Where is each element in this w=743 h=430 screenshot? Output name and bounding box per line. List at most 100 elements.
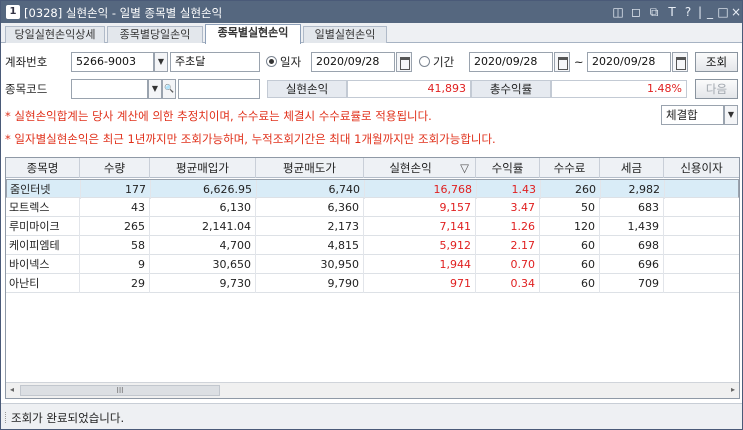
font-size-icon[interactable]: T <box>665 4 679 20</box>
app-window: 1 [0328] 실현손익 - 일별 종목별 실현손익 ◫ ◻ ⧉ T ? | … <box>0 0 743 430</box>
daily-radio[interactable] <box>266 56 277 67</box>
cell-fee: 60 <box>540 274 600 293</box>
link-icon[interactable]: ⧉ <box>647 4 661 20</box>
cell-pnl: 7,141 <box>364 217 476 236</box>
account-input[interactable]: 5266-9003 <box>71 52 154 72</box>
cell-name: 줌인터넷 <box>7 180 81 199</box>
cell-pnl: 1,944 <box>364 255 476 274</box>
cell-buy: 4,700 <box>150 236 256 255</box>
cell-pnl: 9,157 <box>364 198 476 217</box>
search-icon[interactable]: 🔍 <box>162 79 176 99</box>
maximize-icon[interactable]: □ <box>716 4 730 20</box>
header-qty[interactable]: 수량 <box>80 158 150 178</box>
header-rate[interactable]: 수익률 <box>476 158 540 178</box>
table-row[interactable]: 아난티 29 9,730 9,790 971 0.34 60 709 <box>6 274 739 293</box>
query-button[interactable]: 조회 <box>695 52 738 72</box>
header-tax[interactable]: 세금 <box>600 158 664 178</box>
tab-bar: 당일실현손익상세 종목별당일손익 종목별실현손익 일별실현손익 <box>1 23 742 44</box>
cell-credit <box>664 217 739 236</box>
window-number-badge: 1 <box>6 5 20 19</box>
layout-icon[interactable]: ◫ <box>611 4 625 20</box>
cell-qty: 9 <box>80 255 150 274</box>
scroll-right-icon[interactable]: ▸ <box>731 385 735 394</box>
header-pnl[interactable]: 실현손익 ▽ <box>364 158 476 178</box>
cell-buy: 6,626.95 <box>151 180 257 199</box>
scroll-left-icon[interactable]: ◂ <box>10 385 14 394</box>
cell-fee: 120 <box>540 217 600 236</box>
period-radio-label: 기간 <box>433 55 455 69</box>
cell-qty: 29 <box>80 274 150 293</box>
date-from-input[interactable]: 2020/09/28 <box>469 52 553 72</box>
cell-sell: 2,173 <box>256 217 364 236</box>
cell-credit <box>665 180 739 199</box>
account-dropdown-icon[interactable]: ▼ <box>154 52 168 72</box>
cell-name: 바이넥스 <box>6 255 80 274</box>
header-name[interactable]: 종목명 <box>6 158 80 178</box>
calendar-to-icon[interactable] <box>672 52 688 72</box>
cell-tax: 1,439 <box>600 217 664 236</box>
cell-credit <box>664 274 739 293</box>
cell-tax: 698 <box>600 236 664 255</box>
table-row[interactable]: 케이피엠테 58 4,700 4,815 5,912 2.17 60 698 <box>6 236 739 255</box>
cell-pnl: 5,912 <box>364 236 476 255</box>
header-buy[interactable]: 평균매입가 <box>150 158 256 178</box>
cell-qty: 43 <box>80 198 150 217</box>
cell-credit <box>664 198 739 217</box>
header-fee[interactable]: 수수료 <box>540 158 600 178</box>
cell-name: 케이피엠테 <box>6 236 80 255</box>
period-radio[interactable] <box>419 56 430 67</box>
cell-sell: 9,790 <box>256 274 364 293</box>
close-icon[interactable]: × <box>729 4 743 20</box>
scroll-thumb[interactable]: III <box>20 385 220 396</box>
filter-dropdown-icon[interactable]: ▼ <box>724 105 738 125</box>
table-row[interactable]: 줌인터넷 177 6,626.95 6,740 16,768 1.43 260 … <box>6 179 739 199</box>
table-row[interactable]: 루미마이크 265 2,141.04 2,173 7,141 1.26 120 … <box>6 217 739 236</box>
account-name-field: 주초달 <box>170 52 260 72</box>
window-title: [0328] 실현손익 - 일별 종목별 실현손익 <box>24 6 223 20</box>
tab-stock-daily[interactable]: 종목별당일손익 <box>107 26 203 43</box>
grip-icon <box>5 412 7 423</box>
cell-rate: 2.17 <box>476 236 540 255</box>
header-sell[interactable]: 평균매도가 <box>256 158 364 178</box>
cell-buy: 9,730 <box>150 274 256 293</box>
cell-rate: 0.70 <box>476 255 540 274</box>
cell-qty: 177 <box>81 180 151 199</box>
next-button[interactable]: 다음 <box>695 79 738 99</box>
tab-daily-realized[interactable]: 일별실현손익 <box>303 26 387 43</box>
code-name-field <box>178 79 260 99</box>
cell-name: 루미마이크 <box>6 217 80 236</box>
code-label: 종목코드 <box>5 82 48 96</box>
cell-pnl: 16,768 <box>365 180 477 199</box>
date-to-input[interactable]: 2020/09/28 <box>587 52 671 72</box>
cell-sell: 6,360 <box>256 198 364 217</box>
code-input[interactable] <box>71 79 148 99</box>
code-dropdown-icon[interactable]: ▼ <box>148 79 162 99</box>
realized-label: 실현손익 <box>267 80 347 98</box>
minimize-icon[interactable]: _ <box>703 4 717 20</box>
note-period-limit: * 일자별실현손익은 최근 1년까지만 조회가능하며, 누적조회기간은 최대 1… <box>5 132 496 146</box>
header-pnl-label: 실현손익 <box>389 161 432 175</box>
return-value: 1.48% <box>551 80 687 98</box>
cell-credit <box>664 255 739 274</box>
realized-pnl-table: 종목명 수량 평균매입가 평균매도가 실현손익 ▽ 수익률 수수료 세금 신용이… <box>5 157 740 399</box>
tab-stock-realized[interactable]: 종목별실현손익 <box>205 24 301 44</box>
cell-sell: 30,950 <box>256 255 364 274</box>
note-estimate: * 실현손익합계는 당사 계산에 의한 추정치이며, 수수료는 체결시 수수료률… <box>5 109 432 123</box>
table-row[interactable]: 모트렉스 43 6,130 6,360 9,157 3.47 50 683 <box>6 198 739 217</box>
calendar-icon[interactable] <box>396 52 412 72</box>
tab-daily-detail[interactable]: 당일실현손익상세 <box>5 26 105 43</box>
cell-fee: 260 <box>541 180 601 199</box>
filter-select[interactable]: 체결합 <box>661 105 724 125</box>
cell-rate: 0.34 <box>476 274 540 293</box>
header-credit[interactable]: 신용이자 <box>664 158 739 178</box>
window-icon[interactable]: ◻ <box>629 4 643 20</box>
cell-credit <box>664 236 739 255</box>
table-header: 종목명 수량 평균매입가 평균매도가 실현손익 ▽ 수익률 수수료 세금 신용이… <box>6 158 739 178</box>
horizontal-scrollbar[interactable]: ◂ III ▸ <box>6 382 739 398</box>
cell-tax: 2,982 <box>601 180 665 199</box>
table-row[interactable]: 바이넥스 9 30,650 30,950 1,944 0.70 60 696 <box>6 255 739 274</box>
cell-pnl: 971 <box>364 274 476 293</box>
sort-desc-icon[interactable]: ▽ <box>460 158 469 178</box>
calendar-from-icon[interactable] <box>554 52 570 72</box>
date-single-input[interactable]: 2020/09/28 <box>311 52 395 72</box>
